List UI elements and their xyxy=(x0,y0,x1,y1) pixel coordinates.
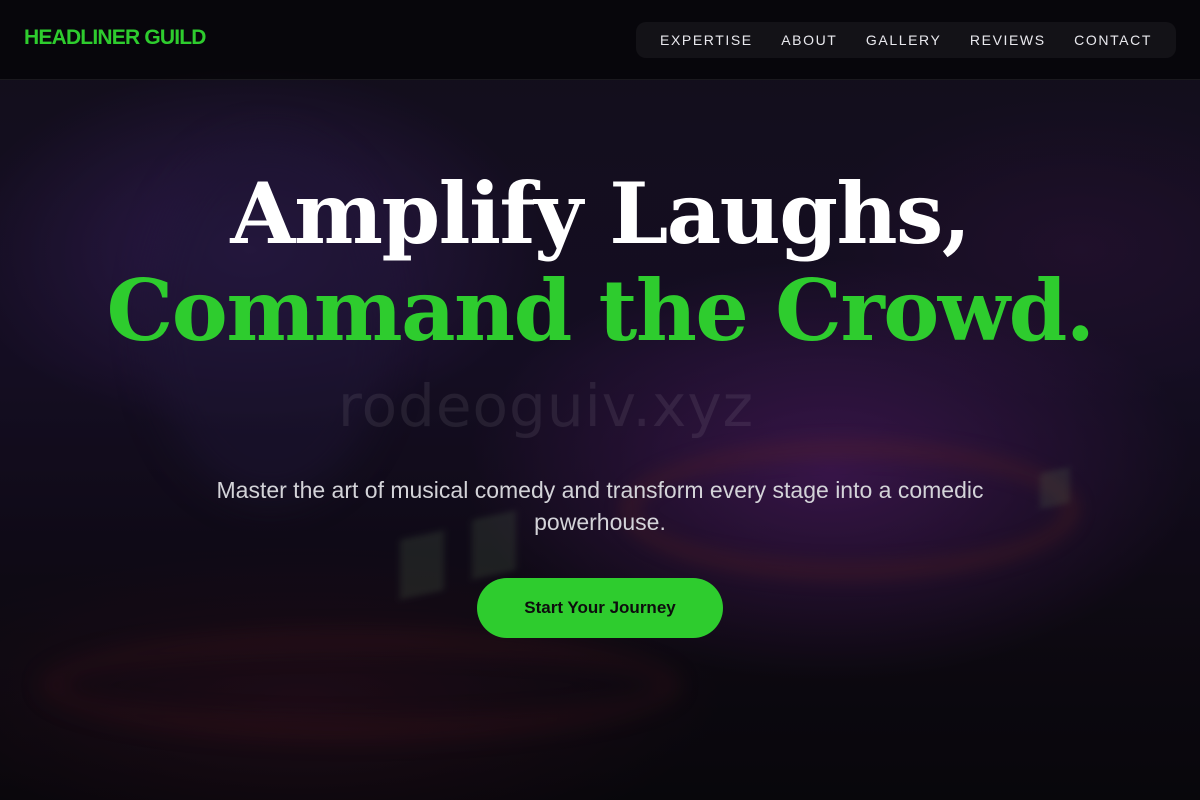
brand-logo[interactable]: HEADLINER GUILD xyxy=(24,26,206,50)
headline-line-2: Command the Crowd. xyxy=(106,261,1095,360)
nav-link-about[interactable]: ABOUT xyxy=(781,32,837,48)
nav-link-gallery[interactable]: GALLERY xyxy=(866,32,942,48)
start-journey-button[interactable]: Start Your Journey xyxy=(477,578,723,638)
top-navigation-bar: HEADLINER GUILD EXPERTISE ABOUT GALLERY … xyxy=(0,0,1200,80)
main-nav: EXPERTISE ABOUT GALLERY REVIEWS CONTACT xyxy=(636,22,1176,58)
hero-headline: Amplify Laughs, Command the Crowd. xyxy=(0,165,1200,359)
nav-link-contact[interactable]: CONTACT xyxy=(1074,32,1152,48)
nav-link-reviews[interactable]: REVIEWS xyxy=(970,32,1046,48)
hero-background-image: rodeoguiv.xyz Amplify Laughs, Command th… xyxy=(0,0,1200,800)
headline-line-1: Amplify Laughs, xyxy=(230,164,971,263)
hero-subtitle: Master the art of musical comedy and tra… xyxy=(216,477,984,535)
nav-link-expertise[interactable]: EXPERTISE xyxy=(660,32,753,48)
watermark: rodeoguiv.xyz xyxy=(338,372,755,440)
